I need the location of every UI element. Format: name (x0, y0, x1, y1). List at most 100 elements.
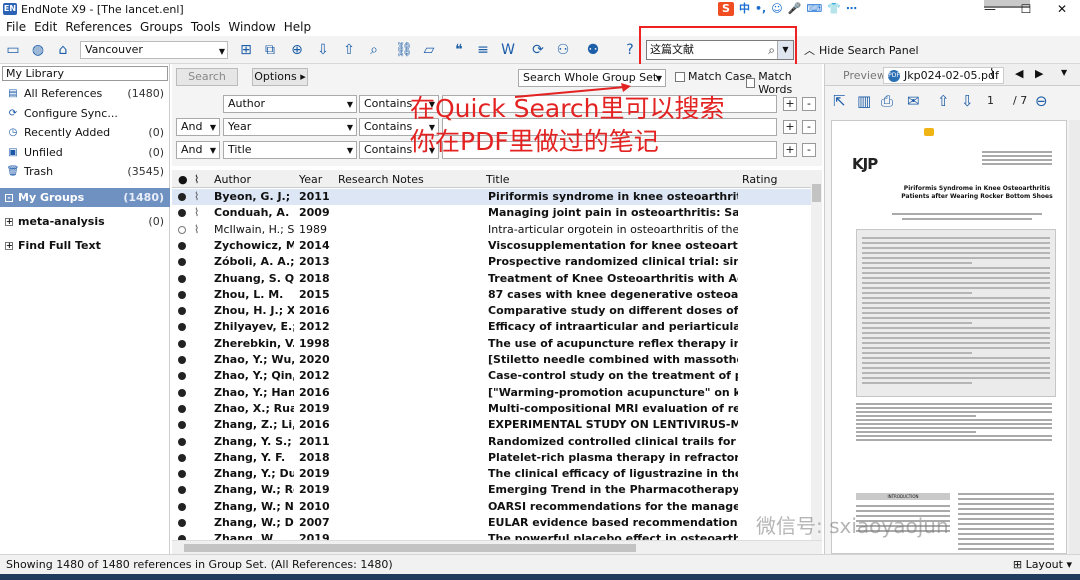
read-status-icon[interactable]: ● (178, 173, 188, 186)
search-button[interactable]: Search (176, 68, 238, 86)
column-research-notes[interactable]: Research Notes (338, 173, 424, 186)
match-words-checkbox[interactable]: Match Words (746, 70, 822, 96)
attachment-icon[interactable]: ⌇ (989, 67, 995, 82)
table-row[interactable]: Zhilyayev, E.; ... 2012 Efficacy of intraa… (172, 319, 812, 335)
table-row[interactable]: Zhang, Y.; Duo... 2019 The clinical effica… (172, 466, 812, 482)
email-icon[interactable]: ✉ (907, 92, 920, 110)
integrated-library-mode-icon[interactable]: ⌂ (53, 40, 73, 60)
ime-punct-icon[interactable]: •, (755, 2, 766, 16)
ime-chinese-mode[interactable]: 中 (739, 2, 750, 16)
table-row[interactable]: Zhao, X.; Rua... 2019 Multi-compositional … (172, 401, 812, 417)
quick-search-input[interactable]: 这篇文献 ⌕ ▼ (646, 40, 794, 60)
online-search-mode-icon[interactable]: ◍ (28, 40, 48, 60)
table-row[interactable]: Zhao, Y.; Qin, ... 2012 Case-control study… (172, 368, 812, 384)
group-unfiled[interactable]: ▣ Unfiled (0) (0, 143, 170, 162)
read-status-icon[interactable] (178, 502, 186, 511)
search-boolean-select[interactable]: And ▼ (176, 141, 220, 159)
attachment-icon[interactable]: ⌇ (194, 173, 199, 186)
menu-help[interactable]: Help (284, 20, 311, 34)
table-vertical-scrollbar[interactable] (811, 182, 822, 540)
column-author[interactable]: Author (214, 173, 251, 186)
column-rating[interactable]: Rating (742, 173, 777, 186)
prev-tab-icon[interactable]: ◀ (1015, 67, 1023, 80)
export-icon[interactable]: ⇧ (339, 40, 359, 60)
ime-voice-icon[interactable]: 🎤 (788, 2, 802, 16)
group-all-references[interactable]: ▤ All References (1480) (0, 84, 170, 103)
expand-icon[interactable]: + (5, 241, 13, 250)
sticky-note-icon[interactable] (924, 128, 934, 136)
read-status-icon[interactable] (178, 356, 186, 364)
read-status-icon[interactable] (178, 290, 186, 299)
read-status-icon[interactable] (178, 274, 186, 283)
maximize-button[interactable]: ☐ (1008, 2, 1044, 16)
output-style-select[interactable]: Vancouver ▼ (80, 41, 228, 59)
help-icon[interactable]: ? (620, 40, 640, 60)
add-row-button[interactable]: + (783, 97, 797, 111)
copy-formatted-icon[interactable]: ⧉ (260, 40, 280, 60)
tab-pdf[interactable]: PDF Jkp024-02-05.pdf (883, 67, 1004, 84)
add-row-button[interactable]: + (783, 143, 797, 157)
options-button[interactable]: Options ▸ (252, 68, 308, 86)
scroll-thumb[interactable] (184, 544, 636, 552)
close-button[interactable]: ✕ (1044, 2, 1080, 16)
ime-keyboard-icon[interactable]: ⌨ (806, 2, 822, 16)
table-row[interactable]: Zhang, W.; Ro... 2019 Emerging Trend in th… (172, 482, 812, 498)
share-library-icon[interactable]: ⚇ (553, 40, 573, 60)
search-icon[interactable]: ⌕ (768, 41, 775, 59)
expand-icon[interactable]: - (5, 193, 13, 202)
tab-preview[interactable]: Preview (843, 69, 886, 82)
column-year[interactable]: Year (299, 173, 322, 186)
open-link-icon[interactable]: ⛓ (394, 40, 414, 60)
tab-menu-icon[interactable]: ▼ (1061, 68, 1067, 77)
read-status-icon[interactable] (178, 209, 186, 218)
hide-search-panel-button[interactable]: ︿ Hide Search Panel (804, 42, 919, 58)
table-row[interactable]: Zhao, Y.; Wu, ... 2020 [Stiletto needle co… (172, 352, 812, 368)
table-row[interactable]: Zhao, Y.; Han, ... 2016 ["Warming-promotio… (172, 385, 812, 401)
table-row[interactable]: Zhang, W.; Do... 2007 EULAR evidence based… (172, 515, 812, 531)
pdf-scrollbar[interactable] (1069, 120, 1080, 554)
read-status-icon[interactable] (178, 193, 186, 201)
group-recently-added[interactable]: ◷ Recently Added (0) (0, 123, 170, 142)
group-set-meta-analysis[interactable]: + meta-analysis (0) (0, 212, 170, 231)
insert-citation-icon[interactable]: ⊞ (236, 40, 256, 60)
table-row[interactable]: Zhou, L. M. 2015 87 cases with knee degene… (172, 287, 812, 303)
read-status-icon[interactable] (178, 339, 186, 348)
table-row[interactable]: Zychowicz, M.... 2014 Viscosupplementation… (172, 238, 812, 254)
read-status-icon[interactable] (178, 404, 186, 413)
open-external-icon[interactable]: ⇱ (833, 92, 846, 110)
layout-button[interactable]: ⊞ Layout ▾ (1013, 555, 1072, 574)
attachment-icon[interactable]: ⌇ (194, 222, 199, 238)
attachment-icon[interactable]: ⌇ (194, 189, 199, 205)
minimize-button[interactable]: — (972, 2, 1008, 16)
read-status-icon[interactable] (178, 241, 186, 250)
table-row[interactable]: Zhang, Y. F. 2018 Platelet-rich plasma the… (172, 450, 812, 466)
quick-search-dropdown[interactable]: ▼ (777, 41, 793, 59)
menu-file[interactable]: File (6, 20, 26, 34)
table-row[interactable]: Zhang, Z.; Li, ... 2016 EXPERIMENTAL STUDY… (172, 417, 812, 433)
read-status-icon[interactable] (178, 388, 186, 397)
return-to-word-icon[interactable]: W (498, 40, 518, 60)
ime-emoji-icon[interactable]: ☺ (771, 2, 782, 16)
format-bibliography-icon[interactable]: ≡ (473, 40, 493, 60)
table-row[interactable]: Zhang, W.; Nu... 2010 OARSI recommendation… (172, 499, 812, 515)
find-full-text-icon[interactable]: ⌕ (364, 40, 384, 60)
table-row[interactable]: Zherebkin, V. V. 1998 The use of acupunctu… (172, 336, 812, 352)
menu-references[interactable]: References (65, 20, 132, 34)
page-up-icon[interactable]: ⇧ (937, 92, 950, 110)
expand-icon[interactable]: + (5, 217, 13, 226)
search-field-select[interactable]: Author ▼ (223, 95, 357, 113)
search-field-select[interactable]: Title ▼ (223, 141, 357, 159)
attachment-icon[interactable]: ⌇ (194, 205, 199, 221)
search-field-select[interactable]: Year ▼ (223, 118, 357, 136)
group-set-find-full-text[interactable]: + Find Full Text (0, 236, 170, 255)
remove-row-button[interactable]: - (802, 143, 816, 157)
menu-groups[interactable]: Groups (140, 20, 183, 34)
read-status-icon[interactable] (178, 225, 186, 234)
menu-tools[interactable]: Tools (191, 20, 221, 34)
print-icon[interactable]: ⎙ (881, 92, 893, 110)
table-row[interactable]: ⌇ Conduah, A. H... 2009 Managing joint pain… (172, 205, 812, 221)
read-status-icon[interactable] (178, 307, 186, 316)
read-status-icon[interactable] (178, 421, 186, 430)
table-row[interactable]: Zhang, W... 2019 The powerful placebo effe… (172, 531, 812, 540)
sogou-icon[interactable]: S (718, 2, 734, 16)
